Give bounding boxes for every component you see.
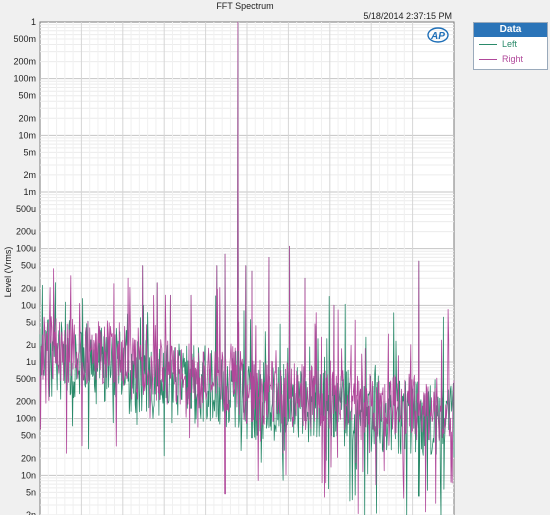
legend-swatch-left: [479, 44, 497, 45]
y-tick-label: 1: [31, 17, 36, 27]
ap-logo-text: AP: [430, 31, 445, 42]
y-tick-label: 10u: [21, 300, 36, 310]
legend-label-right: Right: [502, 54, 524, 64]
y-tick-label: 100n: [16, 414, 36, 424]
y-tick-label: 50n: [21, 431, 36, 441]
y-tick-label: 1u: [26, 357, 36, 367]
y-tick-label: 500n: [16, 374, 36, 384]
fft-chart: 1 500m 200m 100m 50m 20m 10m 5m 2m 1m 500u 200u 100u…: [3, 1, 455, 515]
legend-title: Data: [474, 23, 547, 37]
y-tick-label: 1m: [23, 187, 36, 197]
y-tick-label: 50u: [21, 261, 36, 271]
y-tick-label: 5n: [26, 487, 36, 497]
y-tick-label: 500u: [16, 204, 36, 214]
y-tick-label: 2u: [26, 340, 36, 350]
y-tick-label: 500m: [13, 34, 36, 44]
legend[interactable]: Data Left Right: [473, 22, 548, 70]
y-tick-label: 20u: [21, 283, 36, 293]
legend-swatch-right: [479, 59, 497, 60]
legend-item-left[interactable]: Left: [474, 37, 547, 52]
y-tick-label: 20n: [21, 453, 36, 463]
legend-label-left: Left: [502, 39, 518, 49]
chart-title: FFT Spectrum: [216, 1, 273, 11]
legend-item-right[interactable]: Right: [474, 52, 547, 67]
y-tick-label: 2n: [26, 510, 36, 515]
y-tick-label: 10m: [18, 130, 36, 140]
y-tick-label: 5u: [26, 317, 36, 327]
y-tick-labels: 1 500m 200m 100m 50m 20m 10m 5m 2m 1m 500u 200u 100u…: [13, 17, 36, 515]
y-tick-label: 10n: [21, 470, 36, 480]
y-tick-label: 100u: [16, 244, 36, 254]
y-tick-label: 20m: [18, 113, 36, 123]
y-axis-label: Level (Vrms): [3, 247, 13, 298]
y-tick-label: 100m: [13, 74, 36, 84]
y-tick-label: 200m: [13, 57, 36, 67]
y-tick-label: 50m: [18, 91, 36, 101]
timestamp: 5/18/2014 2:37:15 PM: [363, 11, 452, 21]
y-tick-label: 200u: [16, 227, 36, 237]
y-tick-label: 200n: [16, 397, 36, 407]
y-tick-label: 2m: [23, 170, 36, 180]
y-tick-label: 5m: [23, 147, 36, 157]
